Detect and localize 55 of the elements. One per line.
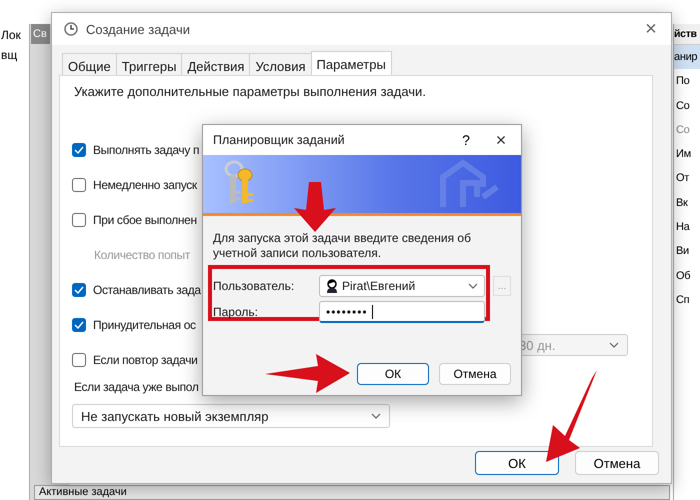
- password-field[interactable]: ••••••••: [319, 301, 485, 323]
- action-item[interactable]: Со: [674, 94, 700, 118]
- setting-label: Количество попыт: [94, 248, 190, 262]
- checkbox[interactable]: [72, 178, 86, 192]
- checkbox-label: При сбое выполнен: [93, 212, 197, 226]
- tab[interactable]: Триггеры: [116, 53, 182, 75]
- action-item[interactable]: От: [674, 166, 700, 191]
- clock-icon: [64, 22, 78, 36]
- checkbox[interactable]: [72, 212, 86, 226]
- user-icon: [326, 279, 338, 293]
- help-button[interactable]: ?: [451, 131, 481, 149]
- actions-header: йств: [674, 24, 700, 45]
- dialog-button[interactable]: ОК: [475, 451, 559, 475]
- checkbox-label: Принудительная ос: [93, 318, 196, 332]
- action-item[interactable]: анир: [674, 45, 700, 70]
- chevron-down-icon: [468, 283, 478, 289]
- close-button[interactable]: ×: [481, 128, 521, 152]
- tab[interactable]: Св: [31, 24, 50, 44]
- window-title: Планировщик заданий: [213, 133, 345, 147]
- chevron-down-icon: [371, 413, 381, 419]
- action-item[interactable]: По: [674, 69, 700, 94]
- checkbox[interactable]: [72, 142, 86, 156]
- user-combobox[interactable]: Pirat\Евгений: [319, 275, 485, 297]
- tree-item[interactable]: Лок: [0, 24, 29, 44]
- checkbox[interactable]: [72, 318, 86, 332]
- dialog-button[interactable]: Отмена: [439, 363, 511, 385]
- bottom-tab[interactable]: Активные задачи: [34, 485, 670, 500]
- field-label: Пользователь:: [213, 279, 294, 293]
- action-item[interactable]: Вк: [674, 190, 700, 216]
- tab[interactable]: Действия: [181, 53, 250, 75]
- action-item[interactable]: Сп: [674, 288, 700, 312]
- tab[interactable]: Общие: [62, 53, 117, 75]
- tree-item[interactable]: вщ: [0, 44, 29, 64]
- chevron-down-icon: [609, 342, 619, 348]
- checkbox[interactable]: [72, 352, 86, 366]
- checkbox[interactable]: [72, 282, 86, 296]
- annotation-arrow: [294, 182, 336, 232]
- action-item[interactable]: Об: [674, 264, 700, 288]
- action-item[interactable]: На: [674, 215, 700, 240]
- setting-label: Если задача уже выпол: [74, 380, 198, 394]
- dialog-button[interactable]: ОК: [357, 363, 429, 385]
- action-item[interactable]: Им: [674, 142, 700, 166]
- dialog-button[interactable]: Отмена: [575, 451, 659, 475]
- instruction-text: Для запуска этой задачи введите сведения об учетной записи пользователя.: [213, 231, 472, 261]
- action-item[interactable]: Ви: [674, 239, 700, 264]
- instruction-text: Укажите дополнительные параметры выполнения задачи.: [74, 84, 426, 99]
- close-button[interactable]: ×: [631, 16, 671, 42]
- field-label: Пароль:: [213, 305, 258, 319]
- instance-dropdown[interactable]: Не запускать новый экземпляр: [72, 404, 390, 428]
- checkbox-label: Немедленно запуск: [93, 178, 197, 192]
- tab[interactable]: Параметры: [310, 51, 392, 75]
- checkbox-label: Если повтор задачи: [93, 352, 198, 366]
- window-title: Создание задачи: [86, 22, 190, 36]
- checkbox-label: Останавливать зада: [93, 282, 201, 296]
- checkbox-label: Выполнять задачу п: [93, 142, 200, 156]
